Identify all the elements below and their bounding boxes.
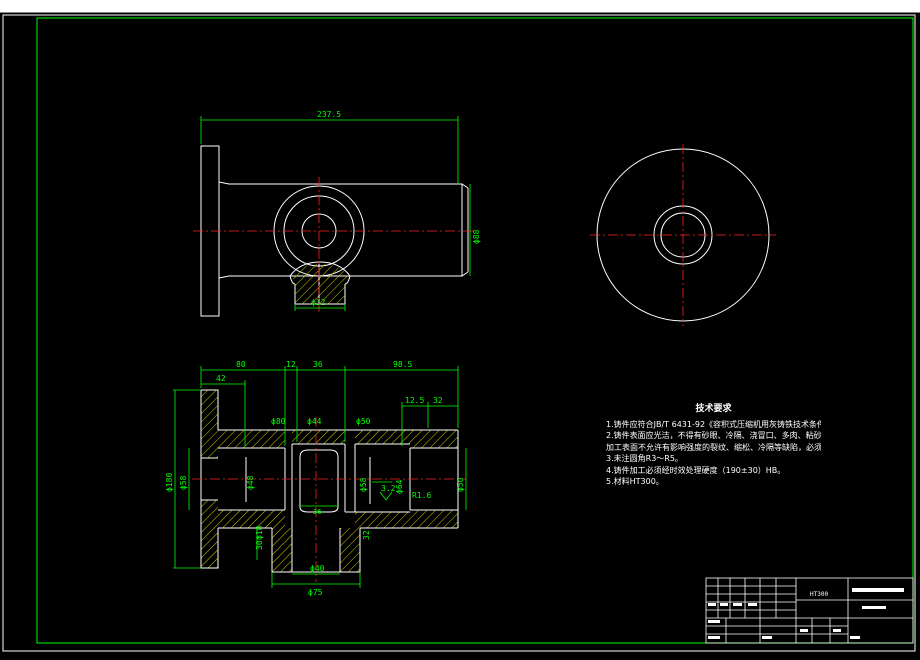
side-view-centerlines — [590, 144, 776, 326]
tech-line-6: 5.材料HT300。 — [606, 477, 664, 486]
dim-98-5: 98.5 — [393, 360, 412, 369]
tech-title: 技术要求 — [695, 404, 732, 414]
dim-237-5: 237.5 — [317, 110, 341, 119]
drawing-canvas: 237.5 ϕ88 ϕ32 80 12 36 98.5 42 12.5 32 ϕ… — [0, 12, 920, 656]
technical-requirements: 技术要求 1.铸件应符合JB/T 6431-92《容积式压缩机用灰铸铁技术条件》… — [606, 404, 821, 488]
dim-36-mid: 36 — [313, 508, 321, 516]
cad-drawing: 237.5 ϕ88 ϕ32 80 12 36 98.5 42 12.5 32 ϕ… — [2, 14, 916, 652]
dim-12: 12 — [286, 360, 296, 369]
dim-phi44: ϕ44 — [307, 417, 322, 426]
dim-phi48: ϕ48 — [246, 475, 255, 490]
section-view-hatch — [201, 390, 458, 572]
dim-32-vertical: 32 — [362, 530, 371, 540]
dim-32-top: 32 — [433, 396, 443, 405]
tech-line-3: 加工表面不允许有影响强度的裂纹、缩松、冷隔等缺陷，必须及时消除补焊。 — [606, 442, 821, 452]
dim-80: 80 — [236, 360, 246, 369]
dim-phi58-left: ϕ58 — [179, 475, 188, 490]
title-block — [705, 577, 914, 644]
tech-line-5: 4.铸件加工必须经时效处理硬度（190±30）HB。 — [606, 465, 786, 475]
dim-phi64: ϕ64 — [395, 479, 404, 494]
dim-phi80: ϕ80 — [271, 417, 286, 426]
dim-36-top: 36 — [313, 360, 323, 369]
inner-drawing-frame — [36, 17, 914, 644]
dim-r1-6: R1.6 — [412, 491, 431, 500]
dim-phi58-inner: ϕ58 — [359, 477, 368, 492]
dim-surface-3-2: 3.2 — [381, 484, 396, 493]
tech-line-2: 2.铸件表面应光洁，不得有砂眼、冷隔、浇冒口、多肉、粘砂及其他等缺陷。 — [606, 431, 821, 440]
dim-phi18: ϕ18 — [255, 525, 264, 540]
dim-phi40: ϕ40 — [310, 564, 325, 573]
dim-phi50: ϕ50 — [356, 417, 371, 426]
dim-phi180: ϕ180 — [165, 473, 174, 492]
section-view — [200, 389, 459, 573]
dim-12-5: 12.5 — [405, 396, 424, 405]
tech-line-1: 1.铸件应符合JB/T 6431-92《容积式压缩机用灰铸铁技术条件》的规定。 — [606, 419, 821, 429]
dim-phi32: ϕ32 — [311, 298, 326, 307]
tech-line-4: 3.未注圆角R3～R5。 — [606, 454, 683, 463]
outer-sheet-border — [2, 14, 916, 652]
title-block-fills — [708, 588, 904, 639]
title-block-material: HT300 — [810, 591, 828, 598]
dim-42: 42 — [216, 374, 226, 383]
dim-phi50-right: ϕ50 — [456, 477, 465, 492]
dim-phi88: ϕ88 — [472, 229, 481, 244]
dim-30: 30 — [255, 540, 264, 550]
dim-phi75: ϕ75 — [308, 588, 323, 597]
